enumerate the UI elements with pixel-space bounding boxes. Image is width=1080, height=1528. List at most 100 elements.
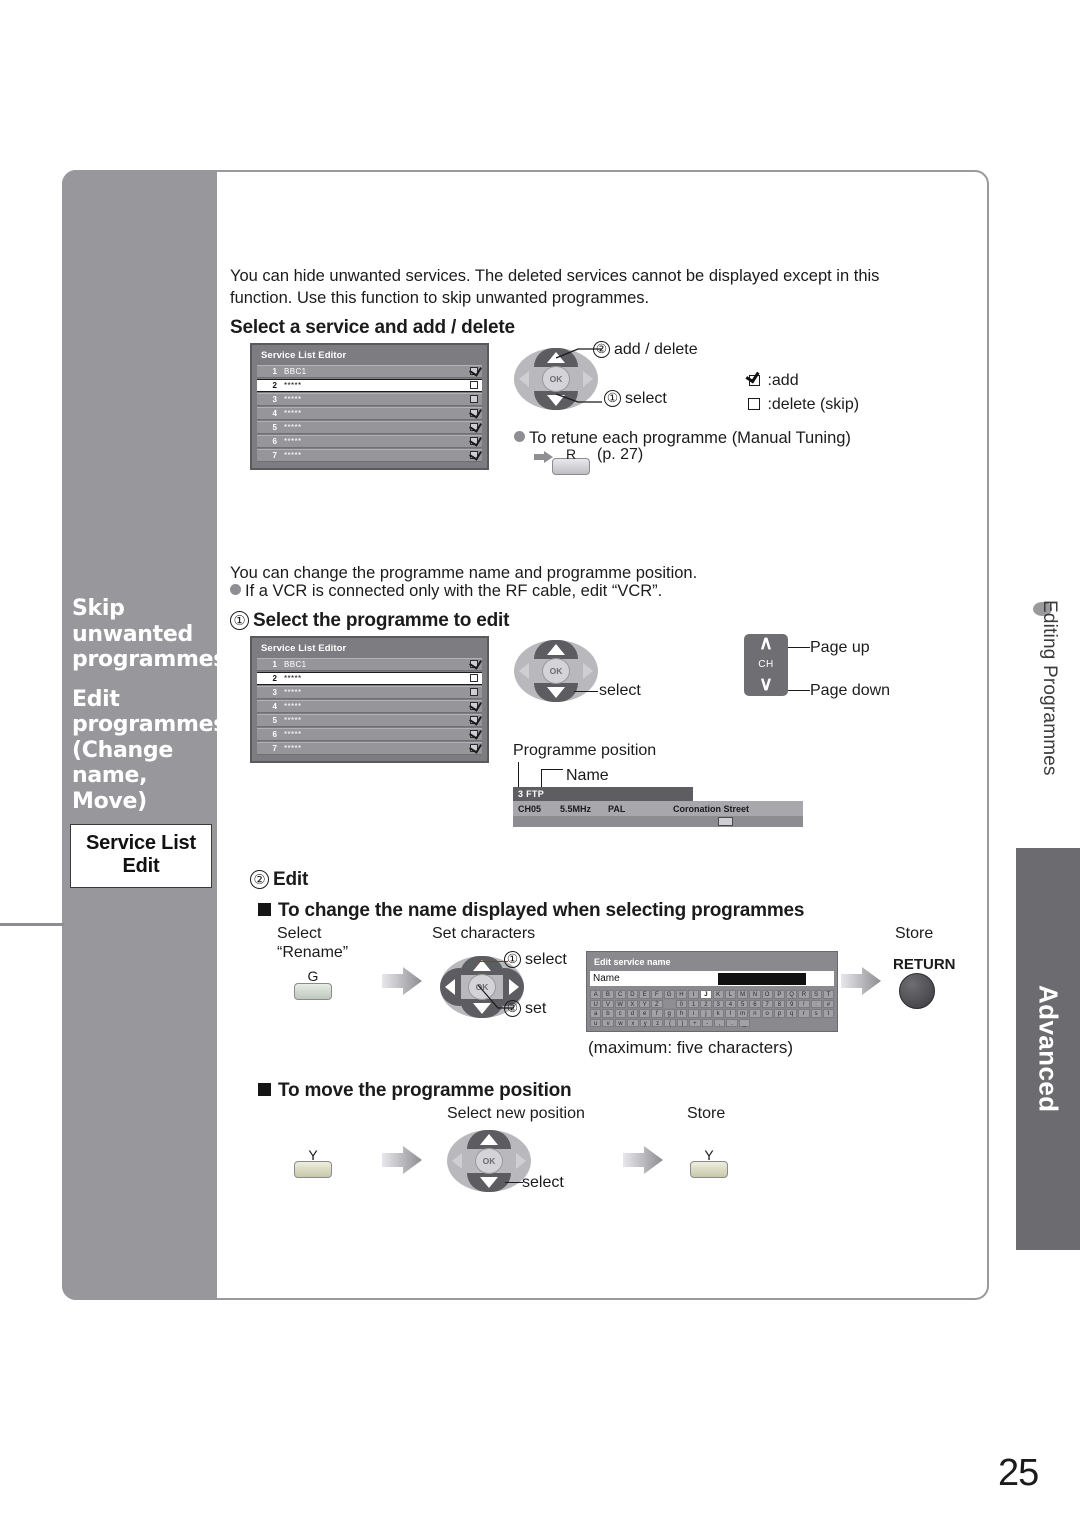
keyboard-key[interactable]: d <box>626 1009 638 1018</box>
keyboard-key[interactable]: q <box>786 1009 798 1018</box>
service-list-editor-osd-2[interactable]: Service List Editor 1 BBC1 2 ***** 3 ***** 4 **… <box>250 636 489 763</box>
keyboard-key[interactable]: C <box>614 990 626 999</box>
checkbox-checked-icon[interactable] <box>470 423 478 432</box>
service-list-row[interactable]: 1 BBC1 <box>257 658 482 671</box>
keyboard-key[interactable]: 4 <box>724 999 736 1008</box>
keyboard-key[interactable]: 5 <box>737 999 749 1008</box>
keyboard-key[interactable]: E <box>639 990 651 999</box>
service-list-row[interactable]: 4 ***** <box>257 700 482 713</box>
checkbox-checked-icon[interactable] <box>470 716 478 725</box>
keyboard-key[interactable]: 8 <box>773 999 785 1008</box>
keyboard-key[interactable]: f <box>651 1009 663 1018</box>
service-list-row[interactable]: 4 ***** <box>257 407 482 420</box>
keyboard-key[interactable]: v <box>602 1018 614 1027</box>
edit-service-name-field[interactable]: Name <box>590 971 834 986</box>
keyboard-key[interactable]: r <box>798 1009 810 1018</box>
keyboard-key[interactable]: Y <box>639 999 651 1008</box>
dpad-ok-button-4[interactable]: OK <box>475 1148 503 1174</box>
keyboard-key[interactable]: 2 <box>700 999 712 1008</box>
dpad-ok-button-2[interactable]: OK <box>542 658 570 684</box>
keyboard-key[interactable]: F <box>651 990 663 999</box>
keyboard-key[interactable]: + <box>689 1018 701 1027</box>
keyboard-key[interactable]: G <box>663 990 675 999</box>
keyboard-key[interactable]: 7 <box>761 999 773 1008</box>
service-list-row[interactable]: 7 ***** <box>257 449 482 462</box>
checkbox-checked-icon[interactable] <box>470 660 478 669</box>
keyboard-key[interactable]: w <box>614 1018 627 1027</box>
keyboard-key[interactable]: g <box>663 1009 675 1018</box>
checkbox-empty-icon[interactable] <box>470 395 478 404</box>
keyboard-key[interactable]: V <box>602 999 614 1008</box>
ch-rocker-button[interactable]: ∧ CH ∨ <box>744 634 788 696</box>
tab-advanced[interactable]: Advanced <box>1016 848 1080 1250</box>
service-list-row[interactable]: 7 ***** <box>257 742 482 755</box>
keyboard-key[interactable]: K <box>712 990 724 999</box>
keyboard-key[interactable]: B <box>602 990 614 999</box>
keyboard-key[interactable]: N <box>749 990 761 999</box>
service-list-row[interactable]: 6 ***** <box>257 728 482 741</box>
keyboard-key[interactable]: P <box>773 990 785 999</box>
dpad-ok-button[interactable]: OK <box>542 366 570 392</box>
service-list-row[interactable]: 1 BBC1 <box>257 365 482 378</box>
keyboard-key[interactable]: n <box>749 1009 761 1018</box>
service-list-row[interactable]: 2 ***** <box>257 379 482 392</box>
keyboard-key[interactable]: y <box>639 1018 651 1027</box>
keyboard-key[interactable]: s <box>810 1009 822 1018</box>
service-list-editor-osd-1[interactable]: Service List Editor 1 BBC1 2 ***** 3 ***** 4 **… <box>250 343 489 470</box>
checkbox-checked-icon[interactable] <box>470 367 478 376</box>
keyboard-key[interactable]: : <box>810 999 822 1008</box>
checkbox-empty-icon[interactable] <box>470 381 478 390</box>
service-list-row[interactable]: 6 ***** <box>257 435 482 448</box>
keyboard-key[interactable]: 0 <box>675 999 687 1008</box>
keyboard-key[interactable]: u <box>590 1018 602 1027</box>
keyboard-key[interactable]: z <box>651 1018 664 1027</box>
keyboard-key[interactable]: ! <box>798 999 810 1008</box>
keyboard-key[interactable]: A <box>590 990 602 999</box>
keyboard-key[interactable]: M <box>737 990 749 999</box>
service-list-row[interactable]: 3 ***** <box>257 393 482 406</box>
keyboard-key[interactable]: ( <box>664 1018 676 1027</box>
keyboard-key[interactable]: X <box>626 999 638 1008</box>
tab-editing-programmes[interactable]: Editing Programmes <box>1026 600 1060 860</box>
yellow-key-button-1[interactable] <box>294 1161 332 1178</box>
keyboard-key[interactable]: 1 <box>688 999 700 1008</box>
checkbox-checked-icon[interactable] <box>470 451 478 460</box>
keyboard-key[interactable]: J <box>700 990 712 999</box>
keyboard-key[interactable]: L <box>724 990 736 999</box>
service-list-row[interactable]: 5 ***** <box>257 714 482 727</box>
keyboard-key[interactable]: j <box>700 1009 712 1018</box>
dpad-select-programme[interactable]: OK <box>514 640 598 702</box>
keyboard-key[interactable]: H <box>675 990 687 999</box>
keyboard-key[interactable]: # <box>822 999 834 1008</box>
keyboard-key[interactable]: I <box>688 990 700 999</box>
keyboard-key[interactable]: D <box>626 990 638 999</box>
keyboard-key[interactable]: a <box>590 1009 602 1018</box>
keyboard-key[interactable]: m <box>737 1009 749 1018</box>
checkbox-checked-icon[interactable] <box>470 409 478 418</box>
green-key-button[interactable] <box>294 983 332 1000</box>
checkbox-checked-icon[interactable] <box>470 437 478 446</box>
keyboard-key[interactable]: o <box>761 1009 773 1018</box>
keyboard-key[interactable]: S <box>810 990 822 999</box>
keyboard-key[interactable]: p <box>773 1009 785 1018</box>
checkbox-checked-icon[interactable] <box>470 702 478 711</box>
keyboard-key[interactable]: h <box>675 1009 687 1018</box>
keyboard-key[interactable]: R <box>798 990 810 999</box>
keyboard-key[interactable]: ) <box>676 1018 689 1027</box>
checkbox-empty-icon[interactable] <box>470 674 478 683</box>
edit-service-name-osd[interactable]: Edit service name Name ABCDEFGHIJKLMNOPQ… <box>586 951 838 1032</box>
service-list-row[interactable]: 2 ***** <box>257 672 482 685</box>
keyboard-key[interactable]: W <box>614 999 626 1008</box>
keyboard-key[interactable]: e <box>639 1009 651 1018</box>
return-button[interactable] <box>899 973 935 1009</box>
keyboard-key[interactable]: , <box>713 1018 726 1027</box>
keyboard-key[interactable]: k <box>712 1009 724 1018</box>
keyboard-key[interactable]: Z <box>651 999 663 1008</box>
checkbox-empty-icon[interactable] <box>470 688 478 697</box>
keyboard-key[interactable]: O <box>761 990 773 999</box>
keyboard-key[interactable]: 9 <box>786 999 798 1008</box>
keyboard-key[interactable]: x <box>627 1018 639 1027</box>
keyboard-key[interactable]: . <box>726 1018 738 1027</box>
keyboard-key[interactable]: 6 <box>749 999 761 1008</box>
keyboard-key[interactable]: - <box>701 1018 713 1027</box>
